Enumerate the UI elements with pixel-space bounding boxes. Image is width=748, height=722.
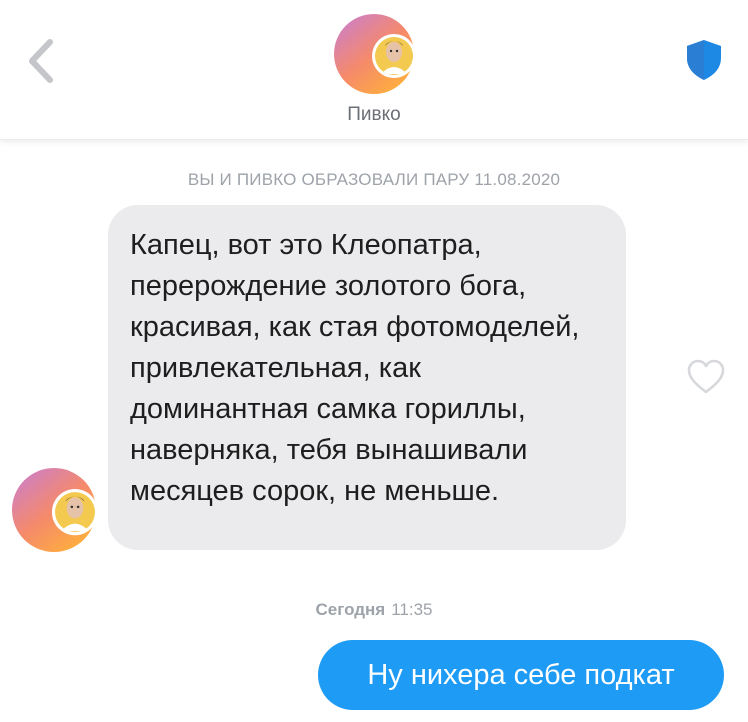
incoming-message-bubble[interactable]: Капец, вот это Клеопатра, перерождение з… (108, 205, 626, 550)
safety-button[interactable] (684, 38, 724, 82)
match-notice: ВЫ И ПИВКО ОБРАЗОВАЛИ ПАРУ 11.08.2020 (187, 170, 561, 189)
timestamp-day: Сегодня (315, 600, 386, 619)
match-name: Пивко (347, 104, 401, 125)
shield-icon (687, 40, 721, 80)
chat-header: Пивко (0, 0, 748, 140)
match-avatar[interactable] (334, 14, 414, 94)
timestamp-time: 11:35 (391, 600, 433, 619)
avatar-image (334, 14, 414, 94)
chevron-left-icon (29, 39, 53, 83)
avatar-image (12, 468, 96, 552)
like-message-button[interactable] (686, 358, 726, 396)
back-button[interactable] (20, 36, 64, 86)
message-timestamp: Сегодня 11:35 (0, 600, 748, 620)
outgoing-message-bubble[interactable]: Ну нихера себе подкат (318, 640, 724, 710)
sender-avatar[interactable] (12, 468, 96, 552)
chat-screen: Пивко ВЫ И ПИВКО ОБРАЗОВАЛИ ПАРУ 11.08.2… (0, 0, 748, 722)
heart-outline-icon (687, 359, 725, 394)
